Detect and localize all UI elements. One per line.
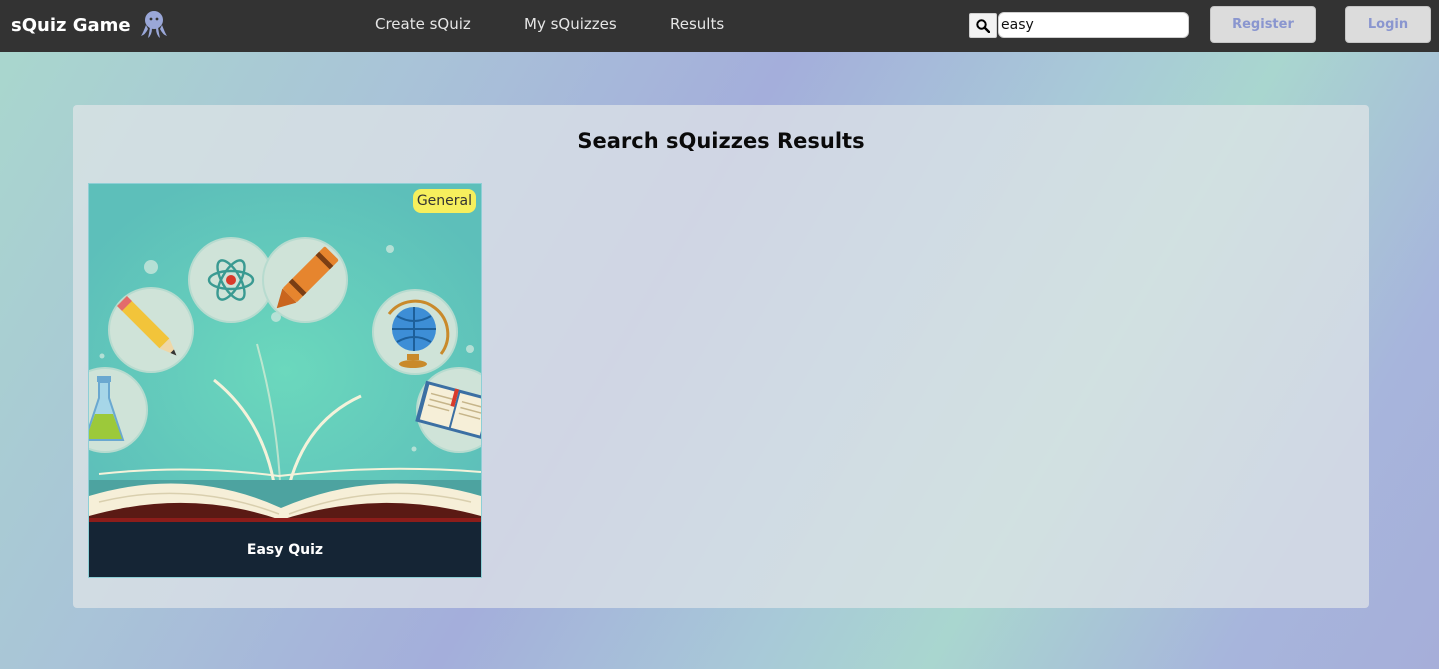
octopus-logo-icon xyxy=(140,11,167,38)
quiz-card-title: Easy Quiz xyxy=(89,522,481,577)
nav-results[interactable]: Results xyxy=(670,15,724,33)
nav-my-squizzes[interactable]: My sQuizzes xyxy=(524,15,617,33)
page-title: Search sQuizzes Results xyxy=(577,129,865,153)
brand-link[interactable]: sQuiz Game xyxy=(11,11,169,39)
results-panel: Search sQuizzes Results General Easy Qui… xyxy=(73,105,1369,608)
quiz-card[interactable]: General Easy Quiz xyxy=(88,183,482,578)
search-icon xyxy=(976,18,990,33)
brand-title: sQuiz Game xyxy=(11,14,131,36)
register-button[interactable]: Register xyxy=(1210,6,1316,43)
login-button[interactable]: Login xyxy=(1345,6,1431,43)
search-button[interactable] xyxy=(969,13,997,38)
category-badge: General xyxy=(412,189,476,213)
nav-create-squiz[interactable]: Create sQuiz xyxy=(375,15,471,33)
quiz-cover-image xyxy=(89,184,481,524)
search-input[interactable] xyxy=(998,12,1189,38)
top-navbar: sQuiz Game Create sQuiz My sQuizzes Resu… xyxy=(0,0,1439,52)
